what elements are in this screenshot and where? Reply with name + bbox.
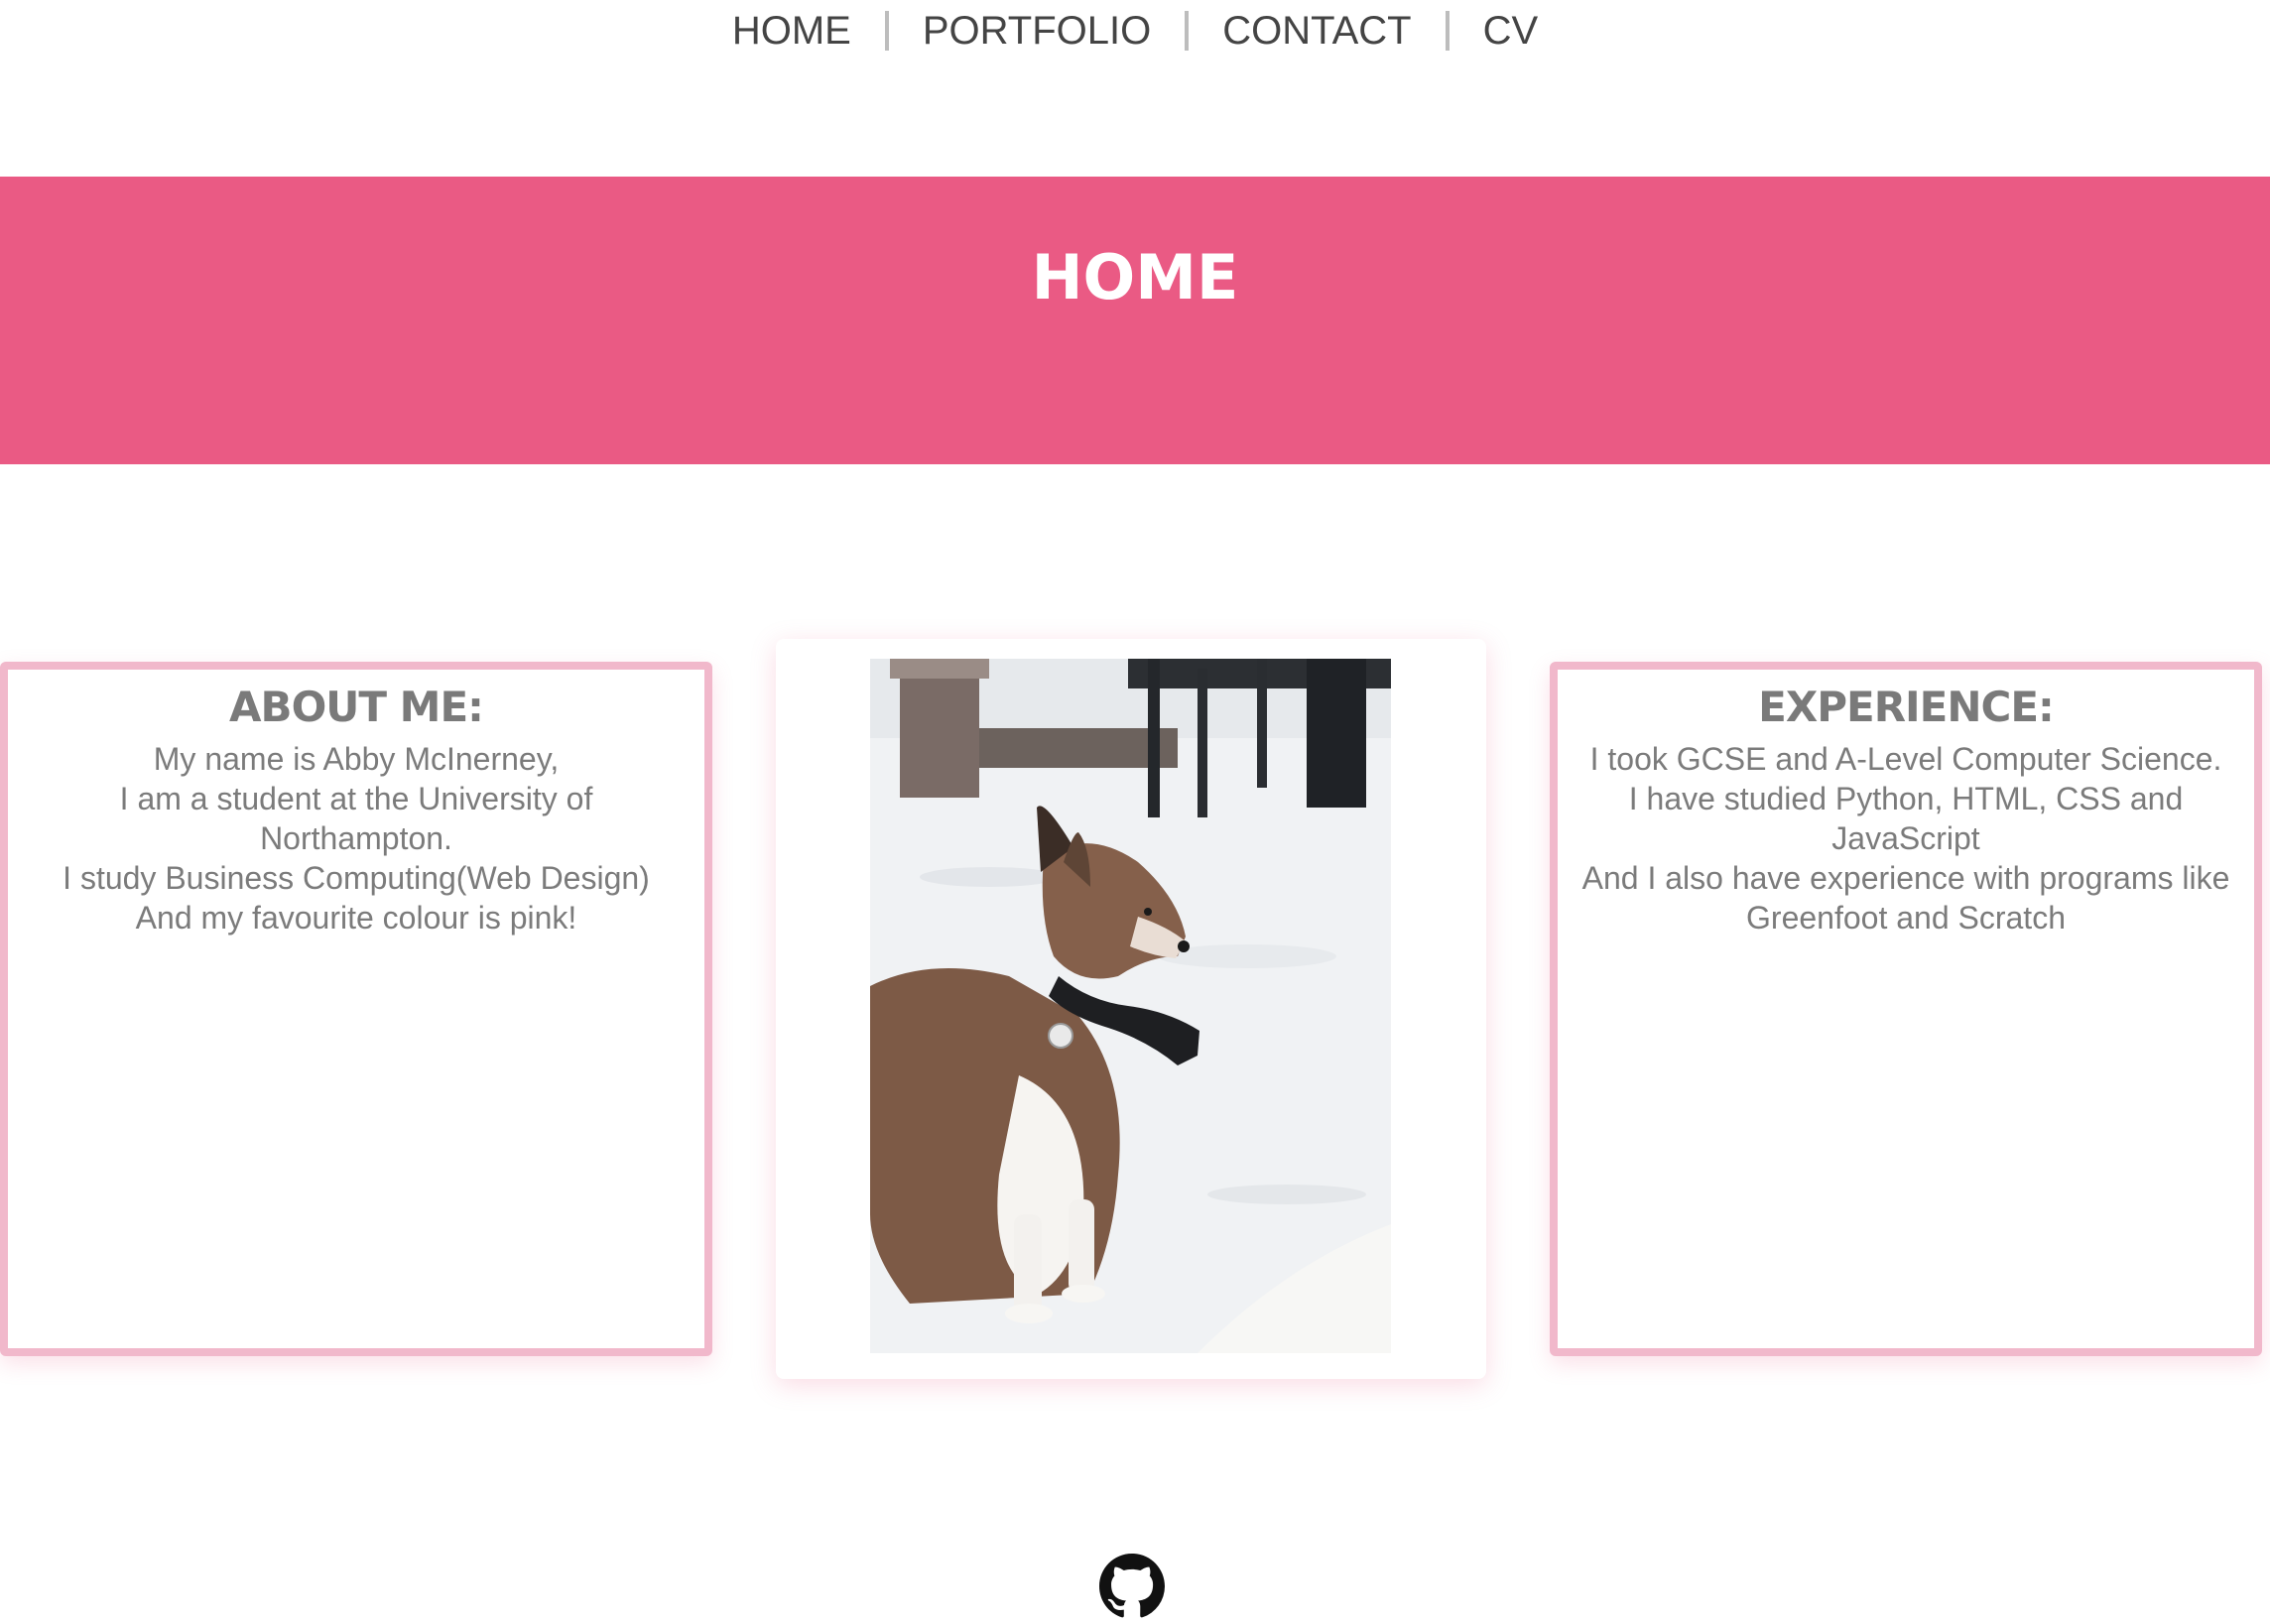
about-line: I study Business Computing(Web Design) xyxy=(63,860,650,896)
experience-heading: EXPERIENCE: xyxy=(1758,683,2055,731)
page-banner xyxy=(0,177,2270,464)
dog-photo xyxy=(870,659,1391,1353)
nav-link-home[interactable]: HOME xyxy=(728,9,855,54)
about-line: And my favourite colour is pink! xyxy=(135,900,577,936)
experience-line: I have studied Python, HTML, CSS and xyxy=(1628,781,2184,816)
github-icon[interactable] xyxy=(1099,1554,1165,1619)
about-card: ABOUT ME: My name is Abby McInerney, I a… xyxy=(0,662,712,1356)
photo-card xyxy=(776,639,1486,1379)
nav-link-cv[interactable]: CV xyxy=(1479,9,1543,54)
experience-line: Greenfoot and Scratch xyxy=(1746,900,2066,936)
page-title: HOME xyxy=(1031,241,1239,313)
nav-separator xyxy=(1445,11,1450,51)
experience-card: EXPERIENCE: I took GCSE and A-Level Comp… xyxy=(1550,662,2262,1356)
nav-separator xyxy=(884,11,889,51)
nav-separator xyxy=(1185,11,1190,51)
about-heading: ABOUT ME: xyxy=(229,683,484,731)
dog-photo-illustration xyxy=(870,659,1391,1353)
about-line: My name is Abby McInerney, xyxy=(153,741,560,777)
experience-line: And I also have experience with programs… xyxy=(1581,860,2230,896)
about-line: Northampton. xyxy=(260,820,452,856)
experience-line: I took GCSE and A-Level Computer Science… xyxy=(1589,741,2222,777)
experience-line: JavaScript xyxy=(1831,820,1980,856)
about-line: I am a student at the University of xyxy=(119,781,593,816)
top-nav: HOME PORTFOLIO CONTACT CV xyxy=(0,0,2270,62)
nav-link-contact[interactable]: CONTACT xyxy=(1218,9,1415,54)
nav-link-portfolio[interactable]: PORTFOLIO xyxy=(919,9,1155,54)
